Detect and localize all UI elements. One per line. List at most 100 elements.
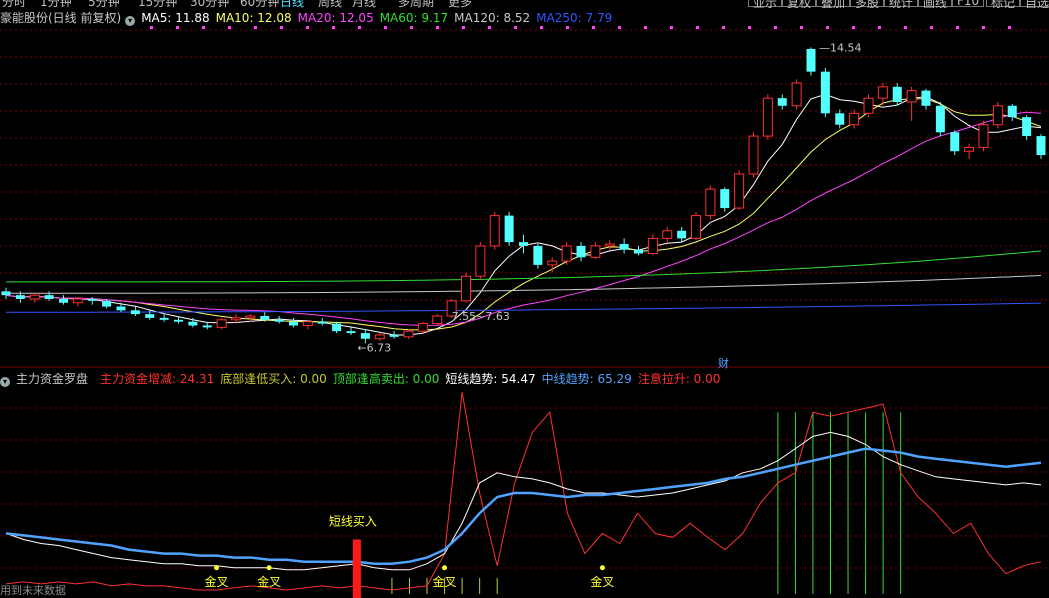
candle-body	[116, 306, 126, 311]
toolbar-button[interactable]: 自选	[1020, 0, 1049, 8]
candle-body	[159, 317, 169, 320]
marker-dot	[254, 26, 257, 29]
toolbar-button[interactable]: 复权	[782, 0, 817, 8]
candle-body	[906, 90, 917, 103]
marker-dot	[228, 26, 231, 29]
marker-dot	[332, 26, 335, 29]
main-chart-header: 豪能股份(日线 前复权) ▾ MA5: 11.88 MA10: 12.08 MA20: …	[0, 10, 624, 26]
period-tab[interactable]: 60分钟	[240, 0, 279, 8]
golden-cross-dot	[266, 565, 272, 571]
toolbar-button[interactable]: 标记	[986, 0, 1021, 8]
ma-value: MA10: 12.08	[215, 11, 292, 25]
marker-dot	[436, 26, 439, 29]
candle-body	[15, 295, 25, 299]
marker-dot	[176, 26, 179, 29]
marker-dot	[878, 26, 881, 29]
period-tab[interactable]: 分时	[2, 0, 26, 8]
golden-cross-label: 金叉	[257, 574, 281, 589]
indicator-value: 顶部逢高卖出: 0.00	[332, 372, 440, 386]
candle-body	[44, 295, 54, 299]
candle-body	[748, 135, 759, 175]
candle-body	[302, 321, 313, 326]
indicator-line	[5, 391, 1042, 591]
candle-body	[835, 113, 845, 125]
marker-dot	[930, 26, 933, 29]
marker-dot	[696, 26, 699, 29]
candle-body	[590, 245, 601, 258]
candle-body	[102, 300, 112, 307]
candle-body	[389, 334, 399, 337]
candle-body	[403, 330, 414, 338]
toolbar-button[interactable]: 亚示	[748, 0, 783, 8]
candlestick-chart[interactable]: —14.54 ←6.73 7.55~7.63	[0, 26, 1049, 368]
ma-value: MA60: 9.17	[379, 11, 449, 25]
period-tab[interactable]: 15分钟	[138, 0, 177, 8]
marker-dot	[280, 26, 283, 29]
marker-dot	[826, 26, 829, 29]
marker-dot	[670, 26, 673, 29]
buy-signal-bar	[352, 539, 361, 598]
candle-body	[734, 173, 745, 209]
candle-body	[806, 48, 816, 72]
candle-body	[188, 321, 198, 326]
candle-body	[130, 310, 140, 315]
candle-body	[705, 188, 716, 217]
marker-dot	[774, 26, 777, 29]
candle-body	[87, 298, 97, 301]
candle-body	[604, 243, 615, 247]
golden-cross-dot	[214, 565, 220, 571]
period-tab[interactable]: 日线	[280, 0, 304, 8]
toolbar-button[interactable]: 多股	[850, 0, 885, 8]
period-tab[interactable]: 月线	[352, 0, 376, 8]
period-tab[interactable]: 更多	[448, 0, 472, 8]
candle-body	[360, 333, 370, 339]
candle-body	[647, 237, 658, 255]
period-tab[interactable]: 5分钟	[88, 0, 120, 8]
candle-body	[1007, 105, 1017, 118]
marker-dot	[852, 26, 855, 29]
indicator-value: 中线趋势: 65.29	[541, 372, 632, 386]
candle-body	[519, 242, 528, 246]
buy-signal-label: 短线买入	[329, 514, 377, 528]
candle-body	[432, 315, 443, 325]
toolbar-button[interactable]: 画线	[918, 0, 953, 8]
low-price-label: ←6.73	[357, 341, 391, 354]
period-tab[interactable]: 30分钟	[190, 0, 229, 8]
candle-body	[777, 98, 787, 106]
marker-dot	[462, 26, 465, 29]
candle-body	[29, 294, 40, 300]
candle-body	[950, 132, 960, 152]
toolbar-button[interactable]: 统计	[884, 0, 919, 8]
golden-cross-label: 金叉	[590, 574, 614, 589]
candle-body	[174, 319, 183, 322]
indicator-chart[interactable]: 短线买入金叉 金叉 金叉 金叉	[0, 388, 1049, 598]
candle-body	[863, 97, 874, 114]
candle-body	[274, 319, 284, 322]
candle-body	[619, 244, 629, 250]
candle-body	[992, 105, 1003, 126]
toolbar-button[interactable]: F10	[952, 0, 985, 8]
finance-badge[interactable]: 财	[718, 355, 729, 371]
marker-dot	[592, 26, 595, 29]
marker-dot	[1008, 26, 1011, 29]
period-tab[interactable]: 多周期	[398, 0, 434, 8]
indicator-name[interactable]: 主力资金罗盘	[16, 372, 88, 386]
candle-body	[691, 215, 701, 239]
chevron-down-icon[interactable]: ▾	[0, 377, 10, 387]
candle-body	[791, 82, 802, 107]
chevron-down-icon[interactable]: ▾	[125, 16, 136, 26]
candle-body	[289, 321, 298, 326]
stock-label[interactable]: 豪能股份(日线 前复权)	[0, 11, 121, 25]
golden-cross-label: 金叉	[433, 574, 457, 589]
candle-body	[346, 331, 356, 334]
period-tab[interactable]: 周线	[318, 0, 342, 8]
golden-cross-label: 金叉	[205, 574, 229, 589]
toolbar-button[interactable]: 叠加	[816, 0, 851, 8]
period-tab[interactable]: 1分钟	[40, 0, 72, 8]
marker-dot	[306, 26, 309, 29]
marker-dot	[410, 26, 413, 29]
candle-body	[245, 315, 256, 319]
ma60-line	[6, 250, 1042, 283]
range-label: 7.55~7.63	[452, 310, 510, 323]
marker-dot	[488, 26, 491, 29]
